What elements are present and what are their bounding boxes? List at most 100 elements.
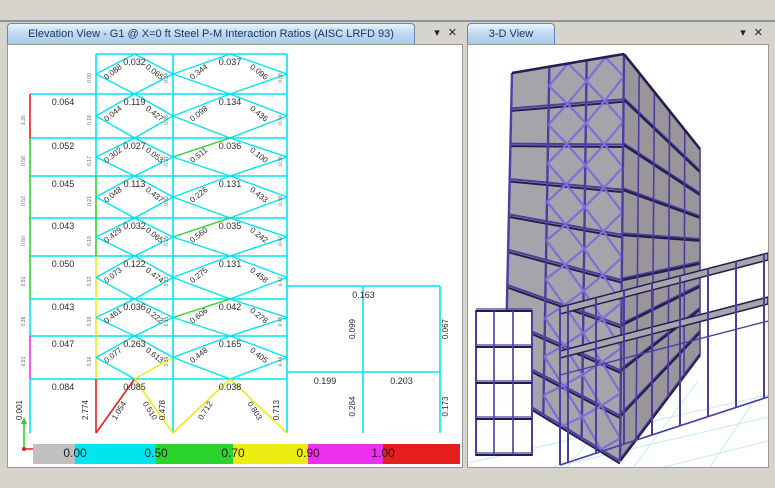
scale-label: 0.70 (221, 446, 245, 460)
brace-value: 0.436 (248, 104, 270, 124)
elevation-tab-controls: ▾ ✕ (428, 23, 463, 44)
beam-value: 0.036 (123, 302, 146, 312)
brace (172, 356, 231, 380)
column-value: 0.51 (21, 276, 27, 286)
column-value: 0.173 (441, 396, 450, 417)
scale-label: 0.00 (63, 446, 87, 460)
column-value: 0.18 (87, 115, 93, 125)
three-d-view-title: 3-D View (488, 28, 534, 40)
beam-value: 0.263 (123, 339, 146, 349)
beam-value: 0.085 (123, 382, 146, 392)
column-value: 0.60 (21, 236, 27, 246)
brace-value: 0.429 (102, 225, 124, 245)
beam-value: 0.131 (219, 259, 242, 269)
column-value: 2.774 (81, 399, 90, 420)
column-value: 0.36 (164, 356, 170, 366)
scale-label: 0.90 (296, 446, 320, 460)
application-window: Elevation View - G1 @ X=0 ft Steel P-M I… (0, 0, 775, 488)
beam-value: 0.043 (52, 302, 75, 312)
beam-value: 0.134 (219, 97, 242, 107)
beam-value: 0.084 (52, 382, 75, 392)
beam-value: 0.037 (219, 57, 242, 67)
brace-value: 0.096 (248, 62, 270, 82)
brace-value: 0.100 (248, 145, 270, 165)
column-value: 0.36 (278, 156, 284, 166)
beam-value: 0.032 (123, 57, 146, 67)
axis-origin (22, 447, 26, 451)
brace (95, 356, 135, 380)
column-value: 0.284 (348, 396, 357, 417)
brace (172, 276, 231, 300)
column-value: 0.067 (441, 318, 450, 339)
three-d-view-canvas[interactable] (467, 44, 769, 488)
column-value: 0.36 (87, 356, 93, 366)
beam-value: 0.042 (219, 302, 242, 312)
elevation-view-pane: Elevation View - G1 @ X=0 ft Steel P-M I… (7, 20, 463, 470)
brace-value: 0.606 (188, 306, 210, 326)
close-icon[interactable]: ✕ (754, 28, 763, 39)
column-value: 0.24 (164, 73, 170, 83)
elevation-tab-row: Elevation View - G1 @ X=0 ft Steel P-M I… (7, 20, 463, 44)
three-d-view-pane: 3-D View ▾ ✕ (467, 20, 769, 488)
chevron-down-icon[interactable]: ▾ (740, 28, 746, 39)
column-value: 0.33 (164, 276, 170, 286)
beam-value: 0.199 (314, 376, 337, 386)
column-value: 0.32 (164, 196, 170, 206)
close-icon[interactable]: ✕ (448, 28, 457, 39)
beam-value: 0.032 (123, 221, 146, 231)
brace-value: 0.344 (188, 62, 210, 82)
beam-value: 0.038 (219, 382, 242, 392)
beam-value: 0.163 (352, 290, 375, 300)
column-value: 0.713 (272, 399, 281, 420)
column-value: 0.32 (87, 276, 93, 286)
brace (95, 316, 135, 337)
brace-value: 0.437 (144, 185, 166, 205)
ground-grid-line (695, 394, 759, 488)
column-value: 0.099 (348, 318, 357, 339)
column-value: 0.34 (278, 115, 284, 125)
column-value: 0.26 (164, 115, 170, 125)
brace (172, 156, 231, 177)
brace-value: 0.712 (196, 399, 215, 421)
beam-value: 0.050 (52, 259, 75, 269)
tower-right-face (620, 54, 700, 461)
brace-value: 0.613 (144, 346, 166, 366)
column-value: 0.42 (278, 276, 284, 286)
elevation-view-canvas[interactable]: 1.054 0.510 0.712 0.803 0.163 0.199 0.203 0.099… (7, 44, 463, 468)
brace (172, 73, 231, 95)
beam-value: 0.203 (390, 376, 413, 386)
beam-value: 0.036 (219, 141, 242, 151)
column-value: 0.45 (278, 316, 284, 326)
scale-label: 1.00 (371, 446, 395, 460)
column-value: 0.42 (278, 236, 284, 246)
brace-value: 0.433 (248, 185, 270, 205)
beam-value: 0.027 (123, 141, 146, 151)
brace (172, 115, 231, 139)
chevron-down-icon[interactable]: ▾ (434, 28, 440, 39)
column-value: 0.29 (164, 236, 170, 246)
brace-value: 0.458 (248, 266, 270, 286)
column-value: 1.26 (21, 115, 27, 125)
brace (172, 196, 231, 219)
column (683, 129, 686, 377)
interaction-ratio-color-scale: 0.00 0.50 0.70 0.90 1.00 (33, 444, 460, 464)
column-value: 0.38 (21, 316, 27, 326)
brace-value: 0.044 (102, 104, 124, 124)
brace-value: 0.278 (248, 306, 270, 326)
brace-value: 0.405 (248, 346, 270, 366)
column-value: 0.91 (21, 356, 27, 366)
column-value: 0.478 (158, 399, 167, 420)
column-value: 0.38 (278, 196, 284, 206)
three-d-structure-drawing (467, 52, 769, 488)
brace (172, 236, 231, 257)
brace-value: 0.803 (245, 400, 264, 422)
tab-3d-view[interactable]: 3-D View (467, 23, 555, 44)
brace (95, 276, 135, 300)
brace-value: 0.098 (188, 104, 210, 124)
brace-value: 0.302 (102, 145, 124, 165)
three-d-tab-controls: ▾ ✕ (734, 23, 769, 44)
brace-value: 0.073 (102, 265, 124, 285)
tab-elevation-view[interactable]: Elevation View - G1 @ X=0 ft Steel P-M I… (7, 23, 415, 44)
beam-value: 0.113 (124, 179, 146, 189)
column-value: 0.27 (164, 156, 170, 166)
